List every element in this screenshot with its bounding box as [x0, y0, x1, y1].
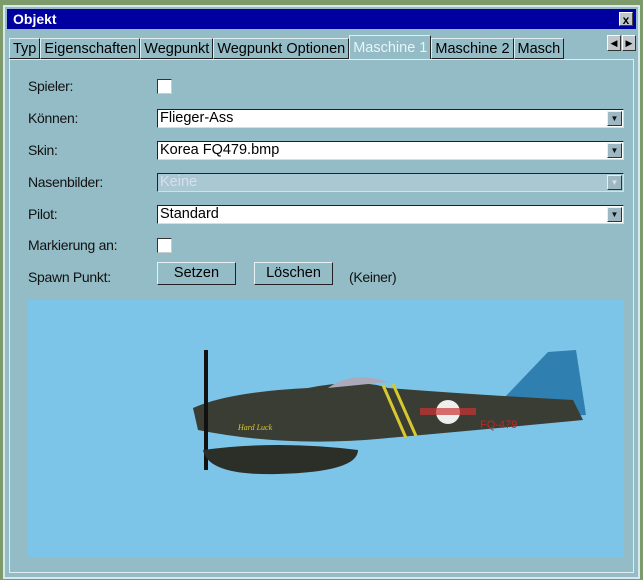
chevron-down-icon[interactable]: ▼	[607, 143, 622, 158]
loeschen-button[interactable]: Löschen	[254, 262, 333, 285]
close-button[interactable]: x	[619, 12, 633, 27]
maschine-panel: Spieler: Können: Flieger-Ass ▼ Skin: Kore…	[9, 59, 634, 573]
aircraft-image: FQ-479 Hard Luck	[193, 350, 586, 475]
tab-maschine-3[interactable]: Masch	[513, 38, 565, 59]
aircraft-preview: FQ-479 Hard Luck	[28, 300, 624, 558]
setzen-button[interactable]: Setzen	[157, 262, 236, 285]
spieler-checkbox[interactable]	[157, 79, 172, 94]
spieler-label: Spieler:	[28, 78, 74, 94]
markierung-checkbox[interactable]	[157, 238, 172, 253]
title-bar[interactable]: Objekt x	[7, 9, 636, 29]
tail-code: FQ-479	[480, 419, 517, 431]
nose-art: Hard Luck	[237, 423, 273, 432]
tab-maschine-1[interactable]: Maschine 1	[349, 35, 432, 59]
markierung-label: Markierung an:	[28, 237, 118, 253]
dialog-title: Objekt	[13, 11, 57, 27]
tab-scroll-right-icon[interactable]: ▶	[622, 35, 636, 51]
nasenbilder-label: Nasenbilder:	[28, 174, 103, 190]
pilot-label: Pilot:	[28, 206, 58, 222]
skin-value: Korea FQ479.bmp	[160, 142, 280, 158]
tab-bar: Typ Eigenschaften Wegpunkt Wegpunkt Opti…	[9, 35, 636, 59]
drop-tank	[203, 445, 358, 475]
nasenbilder-value: Keine	[160, 174, 198, 190]
pilot-value: Standard	[160, 206, 219, 222]
nasenbilder-select: Keine ▼	[157, 173, 624, 192]
pilot-select[interactable]: Standard ▼	[157, 205, 624, 224]
tab-scroll-left-icon[interactable]: ◀	[607, 35, 621, 51]
skin-select[interactable]: Korea FQ479.bmp ▼	[157, 141, 624, 160]
spawn-value: (Keiner)	[349, 269, 397, 285]
chevron-down-icon: ▼	[607, 175, 622, 190]
chevron-down-icon[interactable]: ▼	[607, 111, 622, 126]
koennen-value: Flieger-Ass	[160, 110, 234, 126]
spawn-label: Spawn Punkt:	[28, 269, 111, 285]
object-dialog: Objekt x Typ Eigenschaften Wegpunkt Wegp…	[3, 5, 640, 579]
tab-wegpunkt[interactable]: Wegpunkt	[140, 38, 214, 59]
skin-label: Skin:	[28, 142, 58, 158]
tab-maschine-2[interactable]: Maschine 2	[431, 38, 514, 59]
koennen-label: Können:	[28, 110, 79, 126]
tab-typ[interactable]: Typ	[9, 38, 41, 59]
chevron-down-icon[interactable]: ▼	[607, 207, 622, 222]
tab-eigenschaften[interactable]: Eigenschaften	[40, 38, 141, 59]
tab-wegpunkt-optionen[interactable]: Wegpunkt Optionen	[213, 38, 350, 59]
koennen-select[interactable]: Flieger-Ass ▼	[157, 109, 624, 128]
